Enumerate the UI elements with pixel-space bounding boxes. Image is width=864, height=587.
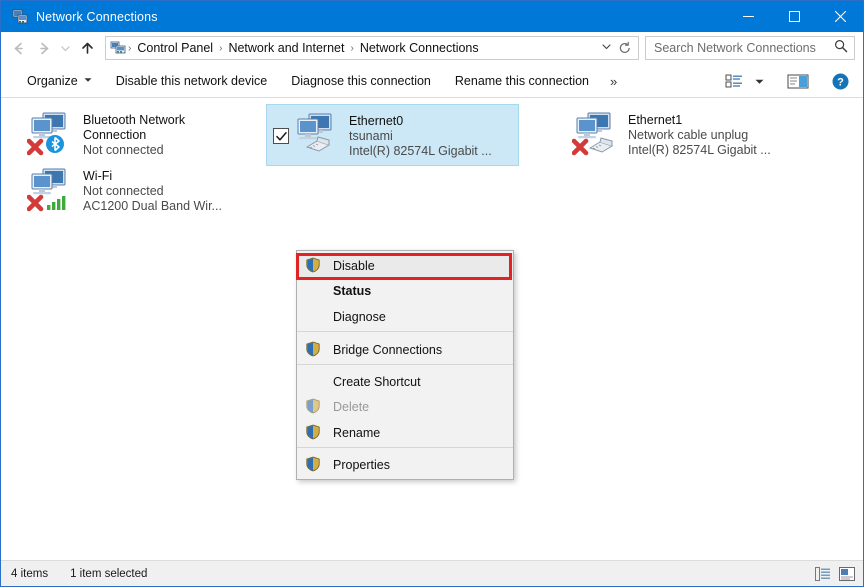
- connection-name: Ethernet1: [628, 113, 683, 127]
- address-bar[interactable]: › Control Panel › Network and Internet ›…: [105, 36, 639, 60]
- menu-item-diagnose[interactable]: Diagnose: [297, 303, 513, 332]
- breadcrumb-network-and-internet[interactable]: Network and Internet: [222, 41, 350, 55]
- connections-list: Bluetooth Network Connection Not connect…: [1, 98, 863, 560]
- connection-adapter: Intel(R) 82574L Gigabit ...: [628, 143, 771, 157]
- network-adapter-icon: [27, 166, 77, 212]
- menu-item-label: Status: [333, 283, 372, 298]
- connection-name: Ethernet0: [349, 114, 404, 128]
- network-adapter-icon: [572, 110, 622, 156]
- search-icon[interactable]: [834, 39, 848, 58]
- connection-text: Ethernet0 tsunami Intel(R) 82574L Gigabi…: [349, 111, 492, 159]
- menu-item-create-shortcut[interactable]: Create Shortcut: [297, 369, 513, 394]
- toolbar-overflow-button[interactable]: »: [601, 69, 626, 93]
- command-bar: Organize Disable this network device Dia…: [1, 65, 863, 98]
- diagnose-connection-button[interactable]: Diagnose this connection: [279, 69, 443, 93]
- network-adapter-icon: [27, 110, 77, 156]
- navigation-bar: › Control Panel › Network and Internet ›…: [1, 32, 863, 65]
- menu-item-status[interactable]: Status: [297, 278, 513, 303]
- breadcrumb-control-panel[interactable]: Control Panel: [131, 41, 219, 55]
- connection-name-line2: Connection: [83, 128, 147, 142]
- menu-item-rename[interactable]: Rename: [297, 419, 513, 448]
- organize-label: Organize: [27, 74, 78, 88]
- connection-tile-ethernet0[interactable]: Ethernet0 tsunami Intel(R) 82574L Gigabi…: [266, 104, 519, 166]
- connection-checkbox[interactable]: [273, 128, 289, 144]
- window-controls: [725, 1, 863, 32]
- organize-button[interactable]: Organize: [15, 69, 104, 93]
- status-bar: 4 items 1 item selected: [1, 560, 863, 586]
- command-bar-right: ?: [719, 68, 855, 94]
- menu-item-label: Disable: [333, 258, 375, 273]
- menu-icon-placeholder: [305, 282, 325, 300]
- menu-item-disable[interactable]: Disable: [297, 253, 513, 278]
- connection-status: Network cable unplug: [628, 128, 749, 142]
- connection-tile-bluetooth[interactable]: Bluetooth Network Connection Not connect…: [21, 104, 266, 164]
- connection-text: Bluetooth Network Connection Not connect…: [83, 110, 185, 158]
- back-arrow-icon[interactable]: [5, 35, 31, 61]
- menu-item-bridge-connections[interactable]: Bridge Connections: [297, 336, 513, 365]
- connection-status: Not connected: [83, 143, 164, 157]
- item-count: 4 items: [11, 567, 49, 580]
- window-title: Network Connections: [36, 9, 158, 24]
- disable-network-device-button[interactable]: Disable this network device: [104, 69, 279, 93]
- menu-item-label: Rename: [333, 426, 381, 440]
- context-menu: Disable Status Diagnose Bridge Connectio…: [296, 250, 514, 480]
- connection-tile-ethernet1[interactable]: Ethernet1 Network cable unplug Intel(R) …: [566, 104, 831, 164]
- menu-item-label: Diagnose: [333, 310, 386, 324]
- maximize-button[interactable]: [771, 1, 817, 32]
- network-connections-icon: [12, 9, 28, 25]
- minimize-button[interactable]: [725, 1, 771, 32]
- connection-status: Not connected: [83, 184, 164, 198]
- forward-arrow-icon[interactable]: [31, 35, 57, 61]
- svg-text:?: ?: [837, 76, 844, 88]
- connection-name: Wi-Fi: [83, 169, 113, 183]
- connection-text: Wi-Fi Not connected AC1200 Dual Band Wir…: [83, 166, 222, 214]
- status-view-buttons: [813, 565, 857, 583]
- control-panel-network-icon: [110, 40, 126, 56]
- refresh-icon[interactable]: [618, 41, 636, 55]
- network-adapter-icon: [293, 111, 343, 157]
- connection-tile-wifi[interactable]: Wi-Fi Not connected AC1200 Dual Band Wir…: [21, 160, 266, 220]
- menu-item-label: Properties: [333, 457, 390, 472]
- search-input[interactable]: Search Network Connections: [654, 41, 834, 55]
- chevron-down-icon: [84, 76, 92, 86]
- uac-shield-icon: [305, 424, 325, 442]
- search-box[interactable]: Search Network Connections: [645, 36, 855, 60]
- menu-item-label: Delete: [333, 399, 370, 414]
- menu-item-delete: Delete: [297, 394, 513, 419]
- help-icon[interactable]: ?: [825, 68, 855, 94]
- menu-item-label: Bridge Connections: [333, 343, 443, 357]
- uac-shield-icon: [305, 398, 325, 416]
- menu-item-label: Create Shortcut: [333, 374, 421, 389]
- large-icons-view-icon[interactable]: [837, 565, 857, 583]
- preview-pane-icon[interactable]: [783, 68, 813, 94]
- details-view-icon[interactable]: [813, 565, 833, 583]
- connection-name-line1: Bluetooth Network: [83, 113, 186, 127]
- connection-text: Ethernet1 Network cable unplug Intel(R) …: [628, 110, 771, 158]
- title-bar: Network Connections: [1, 1, 863, 32]
- up-arrow-icon[interactable]: [74, 35, 100, 61]
- breadcrumb-network-connections[interactable]: Network Connections: [354, 41, 485, 55]
- connection-status: tsunami: [349, 129, 393, 143]
- view-options-icon[interactable]: [719, 68, 749, 94]
- menu-icon-placeholder: [305, 308, 325, 326]
- chevron-down-icon[interactable]: [597, 42, 618, 54]
- close-button[interactable]: [817, 1, 863, 32]
- connection-adapter: Intel(R) 82574L Gigabit ...: [349, 144, 492, 158]
- selection-count: 1 item selected: [70, 567, 148, 580]
- rename-connection-button[interactable]: Rename this connection: [443, 69, 601, 93]
- view-options-caret-icon[interactable]: [751, 68, 767, 94]
- uac-shield-icon: [305, 456, 325, 474]
- menu-icon-placeholder: [305, 373, 325, 391]
- connection-adapter: AC1200 Dual Band Wir...: [83, 199, 222, 213]
- uac-shield-icon: [305, 257, 325, 275]
- menu-item-properties[interactable]: Properties: [297, 452, 513, 477]
- recent-locations-chevron-icon[interactable]: [57, 35, 74, 61]
- uac-shield-icon: [305, 341, 325, 359]
- network-connections-window: Network Connections › Control Panel › Ne…: [0, 0, 864, 587]
